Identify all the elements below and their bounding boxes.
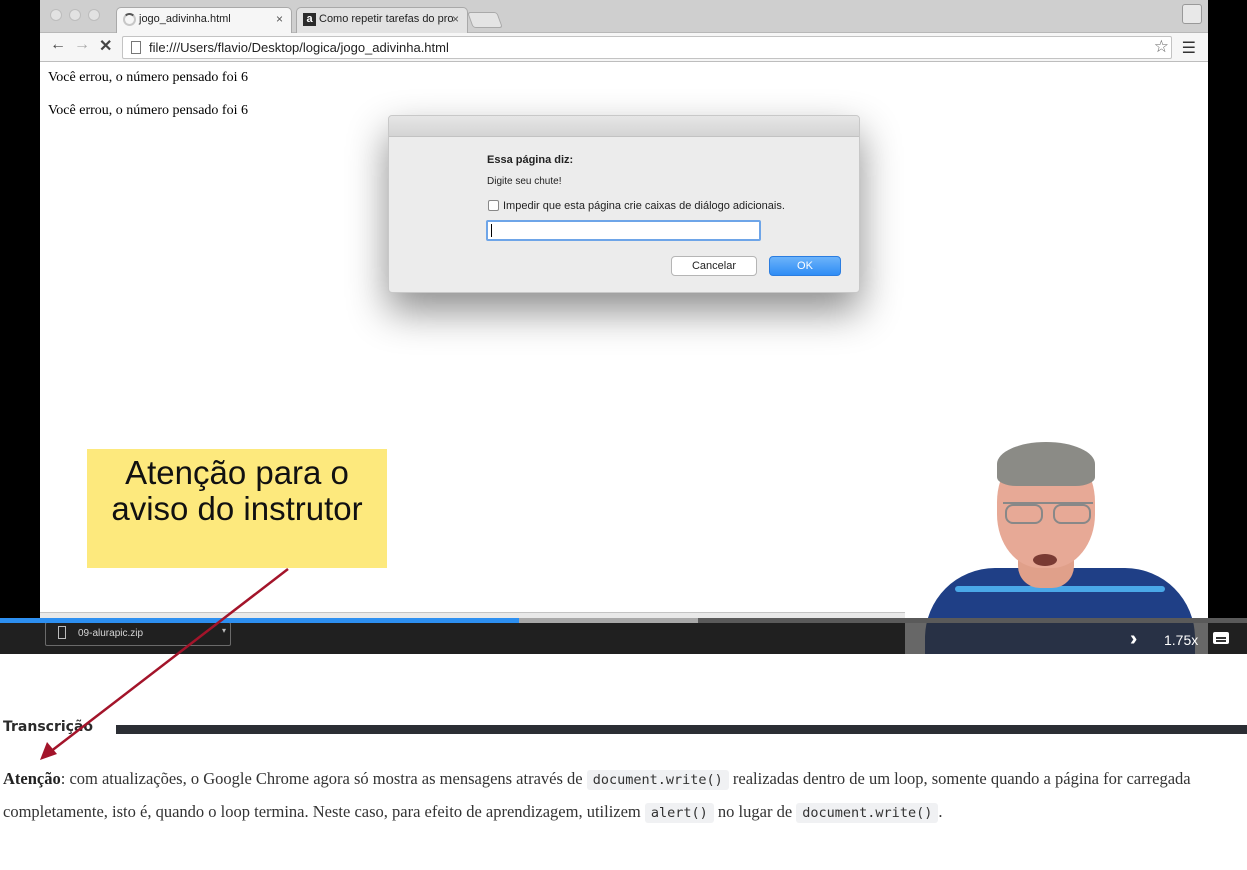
prompt-dialog: Essa página diz: Digite seu chute! Imped… [388,115,860,293]
address-bar[interactable]: file:///Users/flavio/Desktop/logica/jogo… [122,36,1172,59]
back-arrow-icon[interactable]: ← [50,36,66,54]
suppress-dialogs-label: Impedir que esta página crie caixas de d… [503,200,785,212]
code-snippet: document.write() [796,803,939,823]
transcript-text: no lugar de [713,802,797,821]
download-filename: 09-alurapic.zip [78,628,144,639]
transcript-paragraph: Atenção: com atualizações, o Google Chro… [3,763,1247,829]
transcript-divider [116,725,1247,734]
file-icon [58,626,66,639]
page-line: Você errou, o número pensado foi 6 [48,103,248,118]
loading-spinner-icon [123,13,136,26]
shirt-stripe [955,586,1165,592]
attention-label: Atenção [3,769,61,788]
fast-forward-icon[interactable]: ›› [1130,628,1139,651]
transcript-text: . [938,802,943,821]
instructor-mouth [1033,554,1057,566]
glasses-lens [1053,504,1091,524]
suppress-dialogs-row[interactable]: Impedir que esta página crie caixas de d… [488,200,785,212]
ok-button[interactable]: OK [769,256,841,276]
dialog-heading: Essa página diz: [487,154,574,166]
progress-played[interactable] [0,618,519,623]
video-player[interactable]: jogo_adivinha.html × a Como repetir tare… [0,0,1247,654]
instructor-hair [997,442,1095,486]
download-item[interactable]: 09-alurapic.zip ▾ [45,622,231,646]
tab-jogo-adivinha[interactable]: jogo_adivinha.html × [116,7,292,34]
dialog-titlebar [389,116,859,137]
stop-loading-icon[interactable]: ✕ [99,36,112,56]
subtitles-icon[interactable] [1213,632,1229,644]
dropdown-arrow-icon[interactable]: ▾ [222,626,226,635]
dialog-message: Digite seu chute! [487,176,562,187]
prompt-input[interactable] [486,220,761,241]
instructor-warning-callout: Atenção para o aviso do instrutor [87,449,387,568]
menu-icon[interactable]: ☰ [1182,38,1196,58]
playback-speed[interactable]: 1.75x [1164,632,1198,648]
window-close-dot[interactable] [50,9,62,21]
forward-arrow-icon[interactable]: → [74,36,90,54]
window-zoom-dot[interactable] [88,9,100,21]
tab-strip: jogo_adivinha.html × a Como repetir tare… [40,0,1208,34]
instructor-glasses [1003,502,1093,524]
new-tab-button[interactable] [467,12,503,28]
code-snippet: alert() [644,803,714,823]
annotation-arrow-head [40,742,57,760]
transcript-text: : com atualizações, o Google Chrome agor… [60,769,587,788]
tab-close-icon[interactable]: × [276,12,283,26]
browser-toolbar: ← → ✕ file:///Users/flavio/Desktop/logic… [40,33,1208,62]
cancel-button[interactable]: Cancelar [671,256,757,276]
tab-title: jogo_adivinha.html [139,13,231,25]
tab-close-icon[interactable]: × [452,12,459,26]
alura-favicon-icon: a [303,13,316,26]
text-caret [491,224,492,237]
page-line: Você errou, o número pensado foi 6 [48,70,248,85]
tab-title: Como repetir tarefas do pro [319,13,454,25]
tab-como-repetir[interactable]: a Como repetir tarefas do pro × [296,7,468,34]
transcript-heading: Transcrição [3,719,94,735]
profile-icon[interactable] [1182,4,1202,24]
code-snippet: document.write() [586,770,729,790]
window-minimize-dot[interactable] [69,9,81,21]
glasses-lens [1005,504,1043,524]
url-text: file:///Users/flavio/Desktop/logica/jogo… [149,40,449,55]
page-icon [131,41,141,54]
bookmark-star-icon[interactable]: ☆ [1154,37,1169,57]
suppress-dialogs-checkbox[interactable] [488,200,499,211]
